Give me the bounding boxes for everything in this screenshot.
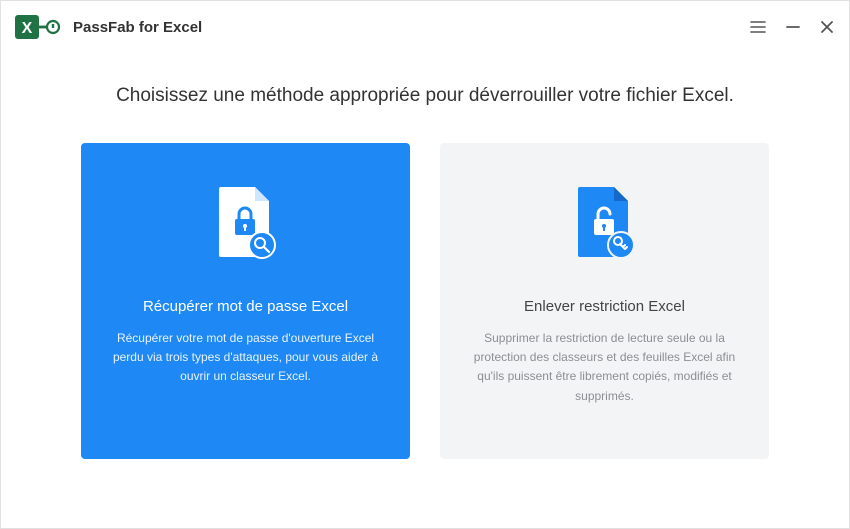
method-cards: Récupérer mot de passe Excel Récupérer v… — [1, 143, 849, 459]
page-title: Choisissez une méthode appropriée pour d… — [1, 85, 849, 107]
minimize-icon[interactable] — [785, 19, 801, 35]
file-unlock-key-icon — [566, 183, 644, 274]
card-recover-password[interactable]: Récupérer mot de passe Excel Récupérer v… — [81, 143, 410, 459]
window-controls — [749, 18, 835, 36]
card-remove-restriction[interactable]: Enlever restriction Excel Supprimer la r… — [440, 143, 769, 459]
card-remove-desc: Supprimer la restriction de lecture seul… — [466, 329, 743, 406]
titlebar: X PassFab for Excel — [1, 1, 849, 53]
card-recover-title: Récupérer mot de passe Excel — [143, 298, 348, 315]
app-title: PassFab for Excel — [73, 19, 202, 36]
menu-icon[interactable] — [749, 18, 767, 36]
card-remove-title: Enlever restriction Excel — [524, 298, 685, 315]
svg-text:X: X — [22, 20, 33, 37]
file-lock-search-icon — [207, 183, 285, 274]
card-recover-desc: Récupérer votre mot de passe d'ouverture… — [107, 329, 384, 387]
title-left: X PassFab for Excel — [15, 13, 202, 41]
close-icon[interactable] — [819, 19, 835, 35]
app-logo-icon: X — [15, 13, 63, 41]
